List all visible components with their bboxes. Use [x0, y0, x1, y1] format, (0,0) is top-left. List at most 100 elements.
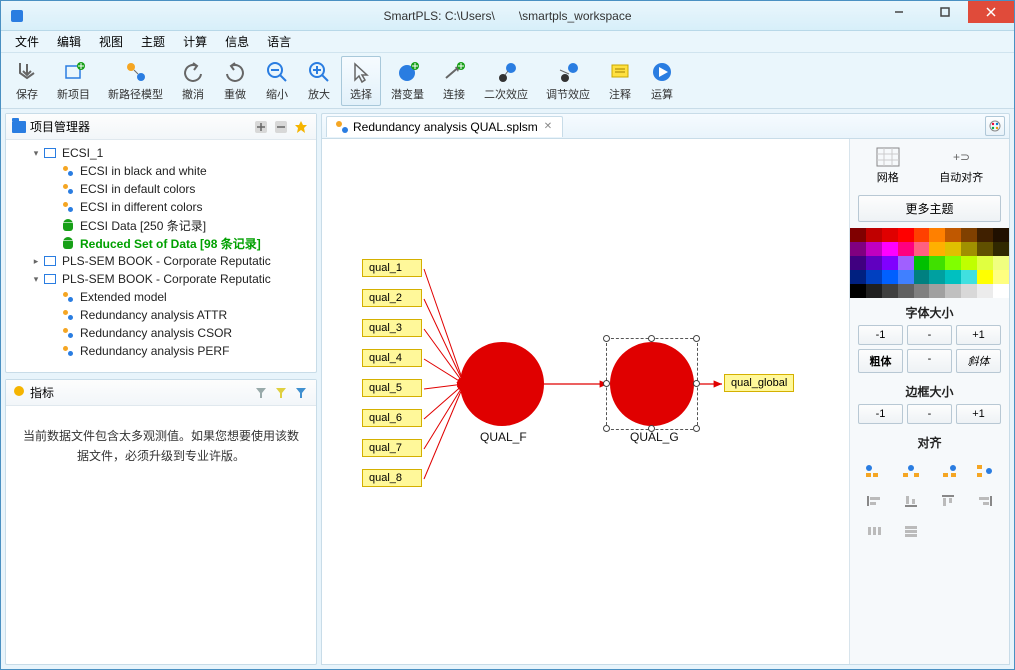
color-swatch[interactable]	[945, 256, 961, 270]
color-swatch[interactable]	[977, 242, 993, 256]
align-option-4[interactable]	[864, 491, 885, 511]
toolbar-redo-button[interactable]: 重做	[215, 56, 255, 106]
tree-item[interactable]: Reduced Set of Data [98 条记录]	[8, 234, 314, 252]
remove-button[interactable]	[272, 118, 290, 136]
color-swatch[interactable]	[977, 284, 993, 298]
color-swatch[interactable]	[993, 256, 1009, 270]
color-swatch[interactable]	[898, 256, 914, 270]
indicator-box[interactable]: qual_5	[362, 379, 422, 397]
indicator-box[interactable]: qual_7	[362, 439, 422, 457]
tree-item[interactable]: ECSI in default colors	[8, 180, 314, 198]
color-swatch[interactable]	[898, 284, 914, 298]
color-swatch[interactable]	[850, 270, 866, 284]
color-swatch[interactable]	[977, 270, 993, 284]
border-plus-button[interactable]: +1	[956, 404, 1001, 424]
color-swatch[interactable]	[914, 284, 930, 298]
color-swatch[interactable]	[866, 242, 882, 256]
toolbar-calc-button[interactable]: 运算	[642, 56, 682, 106]
color-swatch[interactable]	[882, 270, 898, 284]
filter3-icon[interactable]	[292, 384, 310, 402]
toolbar-note-button[interactable]: 注释	[600, 56, 640, 106]
color-swatch[interactable]	[898, 242, 914, 256]
color-swatch[interactable]	[882, 242, 898, 256]
align-option-2[interactable]	[938, 461, 959, 481]
tree-item[interactable]: ▾ECSI_1	[8, 144, 314, 162]
indicator-box[interactable]: qual_1	[362, 259, 422, 277]
color-swatch[interactable]	[850, 228, 866, 242]
color-swatch[interactable]	[961, 270, 977, 284]
align-option-3[interactable]	[974, 461, 995, 481]
align-option-8[interactable]	[864, 521, 885, 541]
color-swatch[interactable]	[866, 256, 882, 270]
color-swatch[interactable]	[993, 228, 1009, 242]
tab-redundancy-qual[interactable]: Redundancy analysis QUAL.splsm ✕	[326, 116, 563, 137]
tree-item[interactable]: Redundancy analysis PERF	[8, 342, 314, 360]
tree-item[interactable]: Redundancy analysis ATTR	[8, 306, 314, 324]
menu-3[interactable]: 主题	[133, 31, 173, 52]
color-swatch[interactable]	[945, 270, 961, 284]
align-option-9[interactable]	[901, 521, 922, 541]
color-swatch[interactable]	[850, 256, 866, 270]
color-swatch[interactable]	[993, 242, 1009, 256]
align-option-0[interactable]	[864, 461, 885, 481]
border-dash-button[interactable]: -	[907, 404, 952, 424]
color-swatch[interactable]	[898, 228, 914, 242]
color-swatch[interactable]	[929, 256, 945, 270]
latent-QUAL_F[interactable]	[460, 342, 544, 426]
toolbar-latent-button[interactable]: 潜变量	[383, 56, 432, 106]
toolbar-connect-button[interactable]: 连接	[434, 56, 474, 106]
toolbar-save-button[interactable]: 保存	[7, 56, 47, 106]
close-button[interactable]	[968, 1, 1014, 23]
italic-button[interactable]: 斜体	[956, 349, 1001, 373]
tab-close-icon[interactable]: ✕	[542, 121, 554, 132]
color-swatch[interactable]	[929, 270, 945, 284]
color-swatch[interactable]	[977, 228, 993, 242]
palette-toggle-button[interactable]	[985, 116, 1005, 136]
star-button[interactable]	[292, 118, 310, 136]
indicator-box[interactable]: qual_8	[362, 469, 422, 487]
color-swatch[interactable]	[961, 256, 977, 270]
indicator-box[interactable]: qual_global	[724, 374, 794, 392]
toolbar-zoomin-button[interactable]: 放大	[299, 56, 339, 106]
color-swatch[interactable]	[914, 228, 930, 242]
align-option-6[interactable]	[938, 491, 959, 511]
toolbar-select-button[interactable]: 选择	[341, 56, 381, 106]
tree-item[interactable]: ▾PLS-SEM BOOK - Corporate Reputatic	[8, 270, 314, 288]
indicator-box[interactable]: qual_4	[362, 349, 422, 367]
toolbar-undo-button[interactable]: 撤消	[173, 56, 213, 106]
minimize-button[interactable]	[876, 1, 922, 23]
color-swatch[interactable]	[898, 270, 914, 284]
grid-button[interactable]: 网格	[876, 147, 900, 185]
menu-1[interactable]: 编辑	[49, 31, 89, 52]
color-swatch[interactable]	[993, 270, 1009, 284]
add-button[interactable]	[252, 118, 270, 136]
color-swatch[interactable]	[977, 256, 993, 270]
indicator-box[interactable]: qual_6	[362, 409, 422, 427]
toolbar-quad-button[interactable]: 二次效应	[476, 56, 536, 106]
color-swatch[interactable]	[961, 284, 977, 298]
border-minus-button[interactable]: -1	[858, 404, 903, 424]
toolbar-newpath-button[interactable]: 新路径模型	[100, 56, 171, 106]
color-swatch[interactable]	[929, 242, 945, 256]
toolbar-moder-button[interactable]: 调节效应	[538, 56, 598, 106]
model-canvas[interactable]: qual_1qual_2qual_3qual_4qual_5qual_6qual…	[322, 139, 849, 664]
color-swatch[interactable]	[914, 242, 930, 256]
color-swatch[interactable]	[945, 242, 961, 256]
color-swatch[interactable]	[866, 228, 882, 242]
project-tree[interactable]: ▾ECSI_1ECSI in black and whiteECSI in de…	[6, 140, 316, 372]
align-option-5[interactable]	[901, 491, 922, 511]
color-swatch[interactable]	[866, 270, 882, 284]
indicator-box[interactable]: qual_2	[362, 289, 422, 307]
tree-item[interactable]: ECSI Data [250 条记录]	[8, 216, 314, 234]
font-dash-button[interactable]: -	[907, 325, 952, 345]
color-swatch[interactable]	[929, 284, 945, 298]
bold-button[interactable]: 粗体	[858, 349, 903, 373]
align-option-1[interactable]	[901, 461, 922, 481]
tree-item[interactable]: Redundancy analysis CSOR	[8, 324, 314, 342]
tree-item[interactable]: ECSI in black and white	[8, 162, 314, 180]
selection-handles[interactable]	[606, 338, 698, 430]
color-palette[interactable]	[850, 228, 1009, 298]
toolbar-newproj-button[interactable]: 新项目	[49, 56, 98, 106]
weight-dash-button[interactable]: -	[907, 349, 952, 373]
menu-6[interactable]: 语言	[259, 31, 299, 52]
